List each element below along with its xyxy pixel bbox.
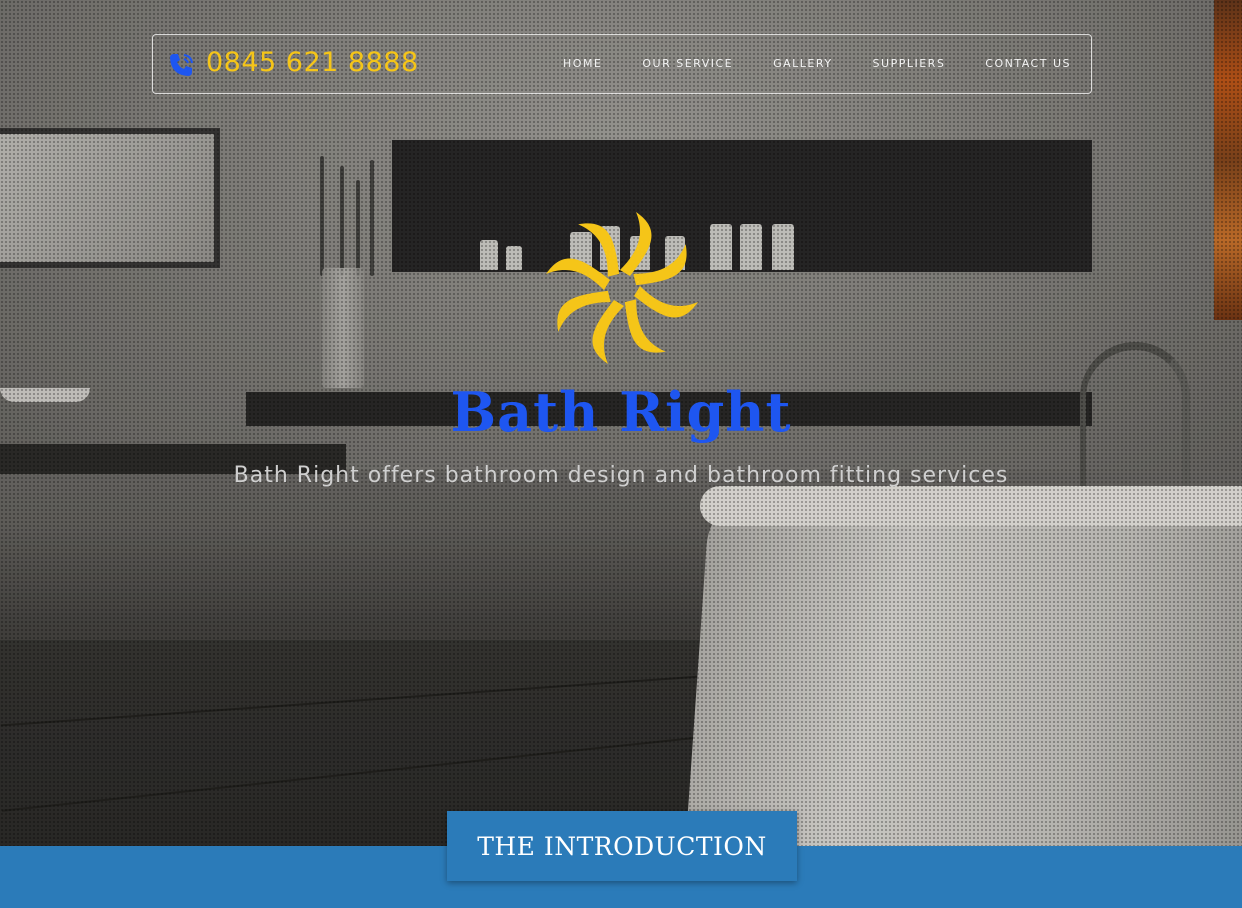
nav-contact-us[interactable]: CONTACT US <box>985 57 1071 70</box>
nav-home[interactable]: HOME <box>563 57 602 70</box>
phone-number[interactable]: 0845 621 8888 <box>206 47 419 78</box>
sun-swirl-logo-icon <box>546 212 698 364</box>
hero-tagline: Bath Right offers bathroom design and ba… <box>233 463 1009 488</box>
brand-title: Bath Right <box>450 380 792 444</box>
top-navbar: 0845 621 8888 HOME OUR SERVICE GALLERY S… <box>152 34 1092 94</box>
main-nav: HOME OUR SERVICE GALLERY SUPPLIERS CONTA… <box>563 57 1071 70</box>
nav-suppliers[interactable]: SUPPLIERS <box>873 57 946 70</box>
the-introduction-heading[interactable]: THE INTRODUCTION <box>447 811 797 881</box>
nav-gallery[interactable]: GALLERY <box>773 57 832 70</box>
phone-icon <box>170 54 193 76</box>
nav-our-service[interactable]: OUR SERVICE <box>642 57 733 70</box>
